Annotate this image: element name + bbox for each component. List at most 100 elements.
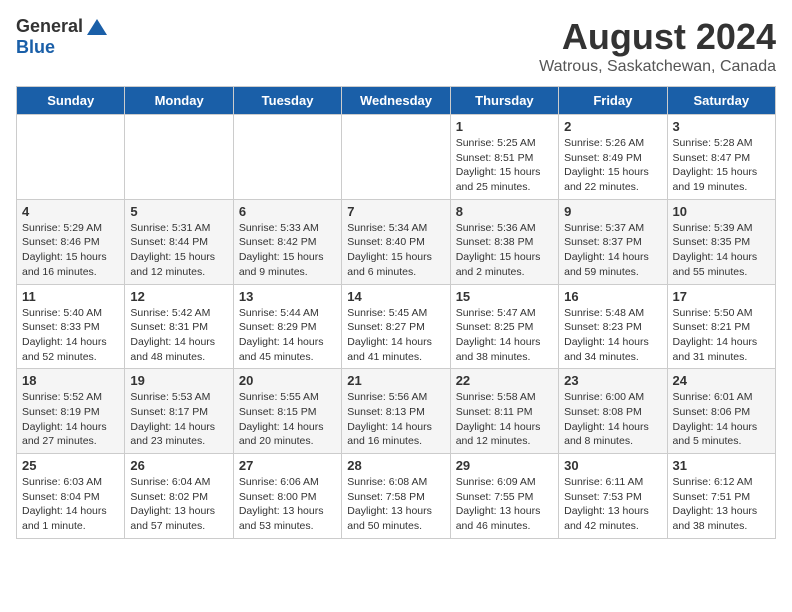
day-info: Sunrise: 5:56 AM Sunset: 8:13 PM Dayligh… [347, 390, 444, 449]
calendar-table: SundayMondayTuesdayWednesdayThursdayFrid… [16, 86, 776, 539]
day-info: Sunrise: 6:08 AM Sunset: 7:58 PM Dayligh… [347, 475, 444, 534]
title-area: August 2024 Watrous, Saskatchewan, Canad… [539, 16, 776, 76]
day-info: Sunrise: 5:52 AM Sunset: 8:19 PM Dayligh… [22, 390, 119, 449]
day-info: Sunrise: 5:29 AM Sunset: 8:46 PM Dayligh… [22, 221, 119, 280]
calendar-day-cell: 15 Sunrise: 5:47 AM Sunset: 8:25 PM Dayli… [450, 284, 558, 369]
logo-icon [85, 17, 109, 37]
day-number: 19 [130, 373, 227, 388]
month-title: August 2024 [539, 16, 776, 58]
calendar-day-cell [342, 115, 450, 200]
day-info: Sunrise: 6:03 AM Sunset: 8:04 PM Dayligh… [22, 475, 119, 534]
day-info: Sunrise: 5:40 AM Sunset: 8:33 PM Dayligh… [22, 306, 119, 365]
calendar-day-cell [233, 115, 341, 200]
calendar-day-cell: 6 Sunrise: 5:33 AM Sunset: 8:42 PM Daylig… [233, 199, 341, 284]
day-number: 27 [239, 458, 336, 473]
day-info: Sunrise: 5:58 AM Sunset: 8:11 PM Dayligh… [456, 390, 553, 449]
calendar-day-cell: 17 Sunrise: 5:50 AM Sunset: 8:21 PM Dayli… [667, 284, 775, 369]
day-number: 4 [22, 204, 119, 219]
day-number: 21 [347, 373, 444, 388]
day-number: 15 [456, 289, 553, 304]
calendar-day-cell: 26 Sunrise: 6:04 AM Sunset: 8:02 PM Dayli… [125, 454, 233, 539]
calendar-day-cell: 29 Sunrise: 6:09 AM Sunset: 7:55 PM Dayli… [450, 454, 558, 539]
calendar-day-cell: 9 Sunrise: 5:37 AM Sunset: 8:37 PM Daylig… [559, 199, 667, 284]
logo-blue-text: Blue [16, 37, 55, 58]
calendar-day-cell: 2Sunrise: 5:26 AM Sunset: 8:49 PM Daylig… [559, 115, 667, 200]
calendar-day-cell: 22 Sunrise: 5:58 AM Sunset: 8:11 PM Dayli… [450, 369, 558, 454]
day-number: 30 [564, 458, 661, 473]
day-number: 26 [130, 458, 227, 473]
day-info: Sunrise: 5:26 AM Sunset: 8:49 PM Dayligh… [564, 136, 661, 195]
day-number: 8 [456, 204, 553, 219]
day-info: Sunrise: 6:04 AM Sunset: 8:02 PM Dayligh… [130, 475, 227, 534]
day-info: Sunrise: 5:44 AM Sunset: 8:29 PM Dayligh… [239, 306, 336, 365]
calendar-week-row: 18 Sunrise: 5:52 AM Sunset: 8:19 PM Dayli… [17, 369, 776, 454]
day-of-week-header: Monday [125, 87, 233, 115]
calendar-day-cell: 20 Sunrise: 5:55 AM Sunset: 8:15 PM Dayli… [233, 369, 341, 454]
calendar-day-cell: 14 Sunrise: 5:45 AM Sunset: 8:27 PM Dayli… [342, 284, 450, 369]
day-info: Sunrise: 5:50 AM Sunset: 8:21 PM Dayligh… [673, 306, 770, 365]
day-of-week-header: Tuesday [233, 87, 341, 115]
day-info: Sunrise: 5:37 AM Sunset: 8:37 PM Dayligh… [564, 221, 661, 280]
calendar-day-cell: 5Sunrise: 5:31 AM Sunset: 8:44 PM Daylig… [125, 199, 233, 284]
day-info: Sunrise: 5:42 AM Sunset: 8:31 PM Dayligh… [130, 306, 227, 365]
calendar-day-cell [17, 115, 125, 200]
day-of-week-header: Wednesday [342, 87, 450, 115]
day-number: 25 [22, 458, 119, 473]
day-info: Sunrise: 5:48 AM Sunset: 8:23 PM Dayligh… [564, 306, 661, 365]
day-number: 5 [130, 204, 227, 219]
day-number: 9 [564, 204, 661, 219]
calendar-week-row: 1Sunrise: 5:25 AM Sunset: 8:51 PM Daylig… [17, 115, 776, 200]
calendar-day-cell: 3Sunrise: 5:28 AM Sunset: 8:47 PM Daylig… [667, 115, 775, 200]
day-info: Sunrise: 5:39 AM Sunset: 8:35 PM Dayligh… [673, 221, 770, 280]
calendar-day-cell: 18 Sunrise: 5:52 AM Sunset: 8:19 PM Dayli… [17, 369, 125, 454]
calendar-day-cell: 23 Sunrise: 6:00 AM Sunset: 8:08 PM Dayli… [559, 369, 667, 454]
day-number: 22 [456, 373, 553, 388]
day-info: Sunrise: 6:00 AM Sunset: 8:08 PM Dayligh… [564, 390, 661, 449]
day-info: Sunrise: 5:55 AM Sunset: 8:15 PM Dayligh… [239, 390, 336, 449]
calendar-header-row: SundayMondayTuesdayWednesdayThursdayFrid… [17, 87, 776, 115]
day-number: 28 [347, 458, 444, 473]
day-info: Sunrise: 5:36 AM Sunset: 8:38 PM Dayligh… [456, 221, 553, 280]
day-number: 29 [456, 458, 553, 473]
day-number: 23 [564, 373, 661, 388]
calendar-day-cell: 30 Sunrise: 6:11 AM Sunset: 7:53 PM Dayli… [559, 454, 667, 539]
day-number: 7 [347, 204, 444, 219]
day-info: Sunrise: 5:45 AM Sunset: 8:27 PM Dayligh… [347, 306, 444, 365]
calendar-day-cell: 21 Sunrise: 5:56 AM Sunset: 8:13 PM Dayli… [342, 369, 450, 454]
day-info: Sunrise: 6:11 AM Sunset: 7:53 PM Dayligh… [564, 475, 661, 534]
calendar-day-cell: 10 Sunrise: 5:39 AM Sunset: 8:35 PM Dayli… [667, 199, 775, 284]
calendar-day-cell: 31 Sunrise: 6:12 AM Sunset: 7:51 PM Dayli… [667, 454, 775, 539]
day-number: 31 [673, 458, 770, 473]
location-title: Watrous, Saskatchewan, Canada [539, 58, 776, 76]
day-number: 16 [564, 289, 661, 304]
calendar-day-cell: 27 Sunrise: 6:06 AM Sunset: 8:00 PM Dayli… [233, 454, 341, 539]
day-number: 24 [673, 373, 770, 388]
day-number: 13 [239, 289, 336, 304]
day-number: 18 [22, 373, 119, 388]
calendar-day-cell: 11Sunrise: 5:40 AM Sunset: 8:33 PM Dayli… [17, 284, 125, 369]
calendar-week-row: 25 Sunrise: 6:03 AM Sunset: 8:04 PM Dayli… [17, 454, 776, 539]
logo: General Blue [16, 16, 109, 58]
day-number: 6 [239, 204, 336, 219]
day-info: Sunrise: 5:47 AM Sunset: 8:25 PM Dayligh… [456, 306, 553, 365]
day-info: Sunrise: 5:33 AM Sunset: 8:42 PM Dayligh… [239, 221, 336, 280]
day-number: 14 [347, 289, 444, 304]
day-number: 20 [239, 373, 336, 388]
day-number: 17 [673, 289, 770, 304]
day-of-week-header: Saturday [667, 87, 775, 115]
calendar-day-cell: 28 Sunrise: 6:08 AM Sunset: 7:58 PM Dayli… [342, 454, 450, 539]
calendar-day-cell: 7Sunrise: 5:34 AM Sunset: 8:40 PM Daylig… [342, 199, 450, 284]
calendar-day-cell: 8 Sunrise: 5:36 AM Sunset: 8:38 PM Daylig… [450, 199, 558, 284]
day-info: Sunrise: 5:53 AM Sunset: 8:17 PM Dayligh… [130, 390, 227, 449]
day-of-week-header: Sunday [17, 87, 125, 115]
day-info: Sunrise: 6:09 AM Sunset: 7:55 PM Dayligh… [456, 475, 553, 534]
day-number: 10 [673, 204, 770, 219]
calendar-day-cell: 12Sunrise: 5:42 AM Sunset: 8:31 PM Dayli… [125, 284, 233, 369]
logo-general-text: General [16, 16, 83, 37]
day-info: Sunrise: 6:06 AM Sunset: 8:00 PM Dayligh… [239, 475, 336, 534]
calendar-day-cell: 16 Sunrise: 5:48 AM Sunset: 8:23 PM Dayli… [559, 284, 667, 369]
page-header: General Blue August 2024 Watrous, Saskat… [16, 16, 776, 76]
day-info: Sunrise: 6:12 AM Sunset: 7:51 PM Dayligh… [673, 475, 770, 534]
calendar-day-cell [125, 115, 233, 200]
day-info: Sunrise: 6:01 AM Sunset: 8:06 PM Dayligh… [673, 390, 770, 449]
